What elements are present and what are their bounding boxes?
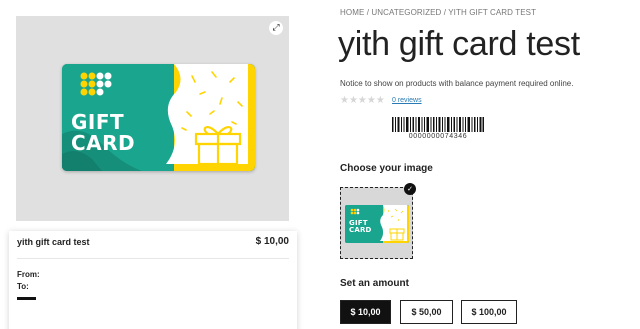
gift-card-image: GIFT CARD xyxy=(62,64,255,171)
payment-notice: Notice to show on products with balance … xyxy=(340,79,574,88)
breadcrumb-home[interactable]: HOME xyxy=(340,8,364,17)
expand-icon[interactable]: ⤢ xyxy=(269,21,283,35)
preview-title: yith gift card test xyxy=(17,237,90,247)
gift-card-heading: GIFT CARD xyxy=(71,112,135,154)
preview-divider xyxy=(17,258,289,259)
preview-dash xyxy=(17,297,36,300)
breadcrumb-category[interactable]: UNCATEGORIZED xyxy=(371,8,441,17)
amount-option-10[interactable]: $ 10,00 xyxy=(340,300,391,324)
amount-option-100[interactable]: $ 100,00 xyxy=(461,300,517,324)
page-title: yith gift card test xyxy=(338,25,580,63)
star-rating-icon: ★★★★★ xyxy=(340,95,385,106)
reviews-link[interactable]: 0 reviews xyxy=(392,97,422,104)
gift-card-thumbnail-option[interactable]: GIFT CARD xyxy=(340,187,413,259)
gift-card-line-1: GIFT xyxy=(71,110,125,134)
preview-price: $ 10,00 xyxy=(255,236,289,247)
breadcrumb: HOME / UNCATEGORIZED / YITH GIFT CARD TE… xyxy=(340,8,536,17)
gift-card-preview: yith gift card test $ 10,00 From: To: xyxy=(9,231,297,329)
breadcrumb-current: YITH GIFT CARD TEST xyxy=(448,8,537,17)
preview-from-label: From: xyxy=(17,270,40,279)
choose-image-label: Choose your image xyxy=(340,163,433,174)
barcode-number: 0000000074346 xyxy=(408,133,468,140)
preview-to-label: To: xyxy=(17,282,29,291)
thumbnail-card-image: GIFT CARD xyxy=(345,205,409,243)
amount-option-50[interactable]: $ 50,00 xyxy=(400,300,453,324)
set-amount-label: Set an amount xyxy=(340,278,409,289)
gift-card-line-2: CARD xyxy=(71,131,136,155)
thumbnail-card-heading: GIFT CARD xyxy=(349,219,372,235)
selected-check-icon: ✓ xyxy=(404,183,416,195)
barcode-image xyxy=(392,117,484,132)
thumbnail-line-2: CARD xyxy=(349,226,372,235)
